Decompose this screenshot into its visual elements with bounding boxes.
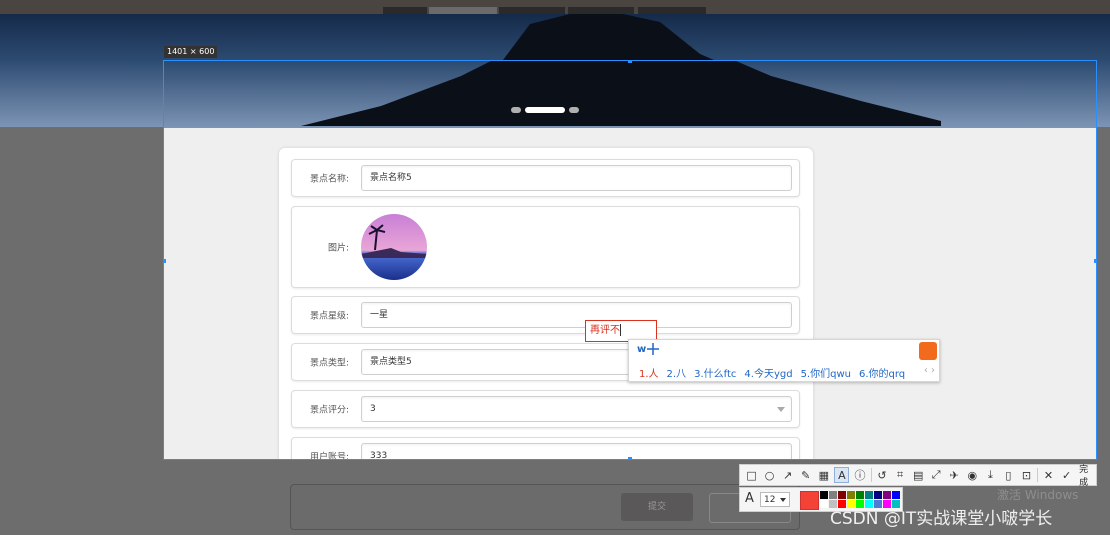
chevron-down-icon	[780, 498, 786, 502]
csdn-watermark: CSDN @IT实战课堂小啵学长	[830, 509, 1053, 529]
toolbar-divider	[1037, 468, 1038, 482]
resize-handle[interactable]	[164, 259, 166, 263]
save-icon[interactable]: ⤓	[983, 467, 998, 483]
score-select[interactable]: 3	[361, 396, 792, 422]
color-swatch[interactable]	[856, 491, 864, 499]
form-label: 用户账号:	[309, 452, 349, 460]
form-row-actions: 提交	[290, 484, 800, 530]
form-label: 景点评分:	[309, 405, 349, 416]
check-icon[interactable]: ✓	[1059, 467, 1074, 483]
current-color-swatch[interactable]	[800, 491, 819, 510]
form-label: 图片:	[327, 243, 349, 254]
top-nav-tab[interactable]	[383, 7, 427, 14]
ime-composition: w	[637, 344, 647, 355]
carousel-dot-active[interactable]	[525, 107, 565, 113]
bookmark-icon[interactable]: ⊡	[1019, 467, 1034, 483]
windows-activation-watermark: 激活 Windows	[997, 488, 1079, 502]
color-swatch[interactable]	[892, 491, 900, 499]
ocr-icon[interactable]: ⌗	[893, 467, 908, 483]
color-swatch[interactable]	[820, 491, 828, 499]
ime-candidate[interactable]: 5.你们qwu	[801, 365, 851, 380]
mosaic-icon[interactable]: ▦	[816, 467, 831, 483]
resize-handle[interactable]	[628, 61, 632, 63]
ime-candidates: 1.人 2.八 3.什么ftc 4.今天ygd 5.你们qwu 6.你的qrq	[639, 365, 905, 380]
ime-candidate[interactable]: 2.八	[667, 365, 687, 380]
form-row-name: 景点名称: 景点名称5	[291, 159, 800, 197]
top-nav-tab[interactable]	[499, 7, 565, 14]
ime-inline-text: 再评不	[590, 325, 620, 336]
ime-logo-icon[interactable]	[919, 342, 937, 360]
top-nav-tab[interactable]	[568, 7, 634, 14]
ime-candidate-window: w 1.人 2.八 3.什么ftc 4.今天ygd 5.你们qwu 6.你的qr…	[628, 339, 940, 382]
color-swatch[interactable]	[838, 491, 846, 499]
scroll-capture-icon[interactable]: ⤢	[929, 467, 944, 483]
form-row-image: 图片:	[291, 206, 800, 288]
text-cursor	[620, 324, 621, 336]
pen-icon[interactable]: ✎	[798, 467, 813, 483]
form-row-star: 景点星级: 一星	[291, 296, 800, 334]
browser-top-bar	[0, 0, 1110, 14]
color-swatch[interactable]	[847, 491, 855, 499]
top-nav-tab[interactable]	[638, 7, 706, 14]
undo-icon[interactable]: ↺	[874, 467, 889, 483]
beach-sunset-thumbnail	[361, 214, 427, 280]
ellipse-icon[interactable]: ○	[762, 467, 777, 483]
screenshot-to-text-icon[interactable]: ▤	[911, 467, 926, 483]
font-size-select[interactable]: 12	[760, 492, 790, 507]
color-swatch[interactable]	[865, 491, 873, 499]
font-size-value: 12	[764, 495, 776, 505]
text-icon[interactable]: A	[834, 467, 850, 483]
star-level-input[interactable]: 一星	[361, 302, 792, 328]
name-input[interactable]: 景点名称5	[361, 165, 792, 191]
form-card: 景点名称: 景点名称5 图片: 景点星级: 一星 景点类型: 景点类型5 景点评…	[279, 148, 813, 460]
ime-candidate[interactable]: 4.今天ygd	[744, 365, 792, 380]
rectangle-icon[interactable]: □	[744, 467, 759, 483]
form-label: 景点星级:	[309, 311, 349, 322]
toolbar-divider	[870, 468, 872, 482]
color-swatch[interactable]	[820, 500, 828, 508]
chevron-down-icon	[777, 407, 785, 412]
color-swatch[interactable]	[829, 491, 837, 499]
resize-handle[interactable]	[1094, 259, 1096, 263]
top-nav-tab-active[interactable]	[429, 7, 497, 14]
scenic-image[interactable]	[361, 214, 427, 280]
selected-banner	[164, 61, 1096, 128]
crosshair-cursor-icon	[647, 343, 659, 355]
carousel-dot[interactable]	[511, 107, 521, 113]
ime-page-nav[interactable]: ‹ ›	[924, 365, 935, 376]
long-capture-icon[interactable]: ▯	[1001, 467, 1016, 483]
account-input[interactable]: 333	[361, 443, 792, 459]
record-icon[interactable]: ◉	[965, 467, 980, 483]
pin-icon[interactable]: ✈	[947, 467, 962, 483]
resize-handle[interactable]	[628, 457, 632, 459]
ime-candidate[interactable]: 3.什么ftc	[694, 365, 736, 380]
island-silhouette	[301, 61, 941, 126]
close-icon[interactable]: ✕	[1041, 467, 1056, 483]
carousel-dot[interactable]	[569, 107, 579, 113]
arrow-icon[interactable]: ↗	[780, 467, 795, 483]
form-row-account: 用户账号: 333	[291, 437, 800, 460]
screenshot-selection[interactable]: 景点名称: 景点名称5 图片: 景点星级: 一星 景点类型: 景点类型5 景点评…	[163, 60, 1097, 460]
serial-number-icon[interactable]: ⓘ	[852, 467, 867, 483]
color-swatch[interactable]	[874, 491, 882, 499]
color-swatch[interactable]	[883, 491, 891, 499]
score-value: 3	[370, 404, 376, 414]
font-icon: A	[745, 491, 754, 506]
screenshot-toolbar: □ ○ ↗ ✎ ▦ A ⓘ ↺ ⌗ ▤ ⤢ ✈ ◉ ⤓ ▯ ⊡ ✕ ✓ 完成	[739, 462, 1097, 488]
form-row-score: 景点评分: 3	[291, 390, 800, 428]
form-label: 景点类型:	[309, 358, 349, 369]
carousel-indicator	[511, 107, 579, 113]
ime-candidate[interactable]: 6.你的qrq	[859, 365, 905, 380]
submit-button[interactable]: 提交	[621, 493, 693, 521]
form-label: 景点名称:	[309, 174, 349, 185]
done-button[interactable]: 完成	[1079, 462, 1096, 488]
ime-candidate[interactable]: 1.人	[639, 365, 659, 380]
selection-size-label: 1401 × 600	[164, 46, 218, 58]
